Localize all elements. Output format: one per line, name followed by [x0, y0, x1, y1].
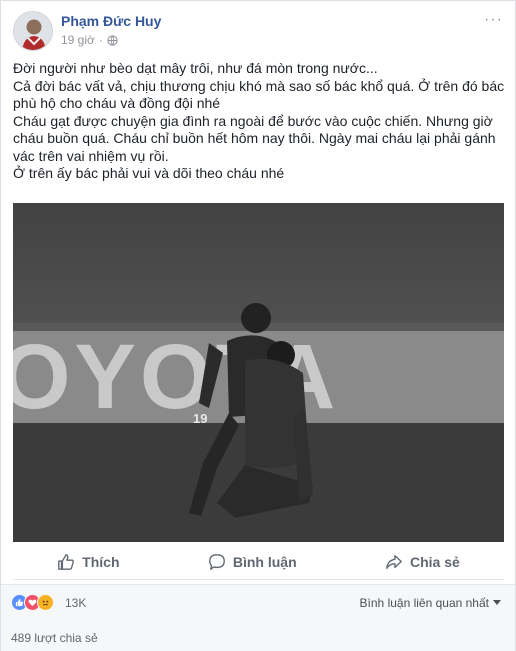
comment-sort-label: Bình luận liên quan nhất [359, 596, 489, 610]
chevron-down-icon [493, 600, 501, 605]
like-button[interactable]: Thích [57, 553, 120, 571]
comment-button[interactable]: Bình luận [208, 553, 297, 571]
post-text-line: vác trên vai nhiệm vụ rồi. [13, 147, 169, 164]
thumbs-up-icon [58, 553, 75, 570]
jersey-number: 19 [193, 411, 207, 426]
share-count[interactable]: 489 lượt chia sẻ [11, 631, 98, 645]
post-header: Phạm Đức Huy 19 giờ · ··· [13, 11, 505, 53]
post-card: Phạm Đức Huy 19 giờ · ··· Đời người như … [0, 0, 516, 651]
post-text-line: cháu buồn quá. Cháu chỉ buồn hết hôm nay… [13, 130, 496, 146]
sad-reaction-icon [37, 594, 54, 611]
globe-icon [107, 34, 118, 46]
author-name[interactable]: Phạm Đức Huy [61, 13, 161, 29]
post-text-line: Đời người như bèo dạt mây trôi, như đá m… [13, 60, 378, 76]
reaction-icons[interactable] [11, 594, 54, 611]
reactions-bar: 13K Bình luận liên quan nhất 489 lượt ch… [1, 584, 515, 651]
comment-label: Bình luận [232, 553, 297, 570]
like-label: Thích [82, 553, 120, 570]
post-time[interactable]: 19 giờ [61, 33, 95, 47]
post-text-line: Cả đời bác vất vả, chịu thương chịu khó … [13, 77, 505, 94]
comment-icon [208, 553, 225, 570]
post-text-line: Ở trên ấy bác phải vui và dõi theo cháu … [13, 165, 285, 181]
action-bar: Thích Bình luận Chia sẻ [13, 544, 504, 580]
share-button[interactable]: Chia sẻ [385, 553, 460, 571]
more-options-icon[interactable]: ··· [484, 11, 503, 29]
avatar[interactable] [13, 11, 53, 51]
share-arrow-icon [386, 554, 402, 569]
post-text: Đời người như bèo dạt mây trôi, như đá m… [13, 60, 507, 183]
share-label: Chia sẻ [409, 553, 460, 570]
post-text-line: Cháu gạt được chuyện gia đình ra ngoài đ… [13, 112, 493, 129]
comment-sort-dropdown[interactable]: Bình luận liên quan nhất [360, 596, 501, 610]
post-photo[interactable]: OYOTA 19 [13, 203, 504, 542]
reaction-count[interactable]: 13K [65, 596, 86, 610]
separator-dot: · [98, 33, 103, 47]
post-text-line: phù hộ cho cháu và đồng đội nhé [13, 95, 221, 111]
post-meta: 19 giờ · [61, 33, 118, 47]
